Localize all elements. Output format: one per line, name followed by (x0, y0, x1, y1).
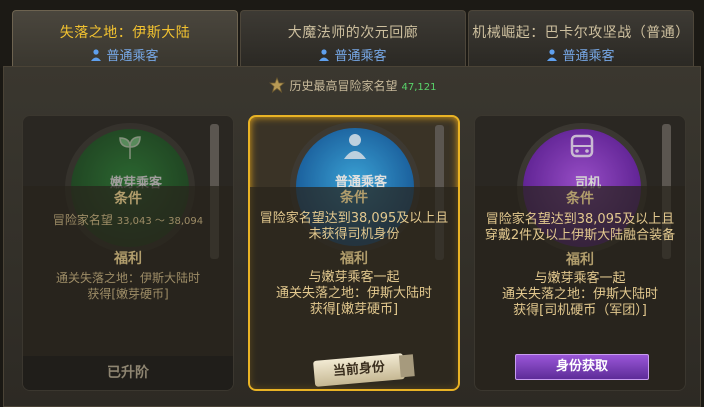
benefit-line: 通关失落之地：伊斯大陆时 (55, 271, 200, 285)
card-normal-passenger: 普通乘客 条件 冒险家名望达到38,095及以上且 未获得司机身份 福利 与嫩芽… (248, 115, 460, 391)
tab-subtitle: 普通乘客 (469, 45, 693, 64)
condition-title: 条件 (340, 190, 368, 206)
upgraded-status: 已升阶 (23, 356, 233, 390)
fame-value: 47,121 (401, 82, 437, 93)
person-icon (319, 49, 330, 61)
condition-text: 冒险家名望 33,043 ～ 38,094 (23, 212, 233, 230)
benefit-title: 福利 (566, 252, 594, 268)
sprout-icon (119, 136, 141, 159)
tab-subtitle: 普通乘客 (241, 45, 465, 64)
benefit-line: 通关失落之地：伊斯大陆时 (275, 286, 432, 301)
bus-icon (570, 134, 594, 158)
passenger-icon (344, 134, 366, 159)
fame-label: 历史最高冒险家名望 (289, 79, 398, 93)
condition-line: 穿戴2件及以上伊斯大陆融合装备 (484, 228, 676, 243)
benefit-line: 获得[嫩芽硬币] (87, 287, 169, 301)
condition-title: 条件 (114, 191, 142, 207)
badge-label: 当前身份 (332, 359, 386, 380)
identity-panel: 历史最高冒险家名望 47,121 嫩芽乘客 条件 冒险家名望 33,043 ～ 3… (3, 66, 701, 407)
tab-title: 机械崛起：巴卡尔攻坚战（普通） (472, 25, 690, 41)
benefit-line: 获得[嫩芽硬币] (309, 302, 399, 317)
card-sprout-passenger: 嫩芽乘客 条件 冒险家名望 33,043 ～ 38,094 福利 通关失落之地：… (22, 115, 234, 391)
condition-line: 冒险家名望达到38,095及以上且 (259, 211, 449, 226)
tab-title: 大魔法师的次元回廊 (287, 25, 419, 41)
tab-bakal-raid[interactable]: 机械崛起：巴卡尔攻坚战（普通） 普通乘客 (468, 10, 694, 66)
tab-subtitle-text: 普通乘客 (106, 49, 159, 64)
tab-title: 失落之地：伊斯大陆 (59, 25, 191, 41)
benefit-title: 福利 (340, 251, 368, 267)
person-icon (91, 49, 102, 61)
fame-range: 33,043 ～ 38,094 (116, 216, 204, 227)
benefit-line: 通关失落之地：伊斯大陆时 (501, 287, 658, 302)
condition-line: 冒险家名望 (52, 213, 113, 227)
tab-isle-lost-land[interactable]: 失落之地：伊斯大陆 普通乘客 (12, 10, 238, 66)
acquire-identity-button[interactable]: 身份获取 (515, 354, 649, 380)
condition-title: 条件 (566, 191, 594, 207)
fame-medal-icon (269, 77, 286, 93)
tab-subtitle-text: 普通乘客 (562, 49, 615, 64)
region-tabs: 失落之地：伊斯大陆 普通乘客 大魔法师的次元回廊 普通乘客 机械崛起：巴卡尔攻坚… (0, 0, 704, 68)
tab-subtitle: 普通乘客 (13, 45, 237, 64)
card-driver: 司机 条件 冒险家名望达到38,095及以上且 穿戴2件及以上伊斯大陆融合装备 … (474, 115, 686, 391)
condition-line: 冒险家名望达到38,095及以上且 (485, 212, 675, 227)
tab-subtitle-text: 普通乘客 (334, 49, 387, 64)
tab-archmage-corridor[interactable]: 大魔法师的次元回廊 普通乘客 (240, 10, 466, 66)
benefit-line: 与嫩芽乘客一起 (534, 271, 626, 286)
max-fame-display: 历史最高冒险家名望 47,121 (4, 77, 702, 94)
benefit-line: 获得[司机硬币（军团）] (513, 303, 647, 318)
ticket-stub (398, 354, 415, 378)
benefit-line: 与嫩芽乘客一起 (308, 270, 400, 285)
person-icon (547, 49, 558, 61)
benefit-title: 福利 (114, 251, 142, 267)
condition-line: 未获得司机身份 (308, 227, 400, 242)
